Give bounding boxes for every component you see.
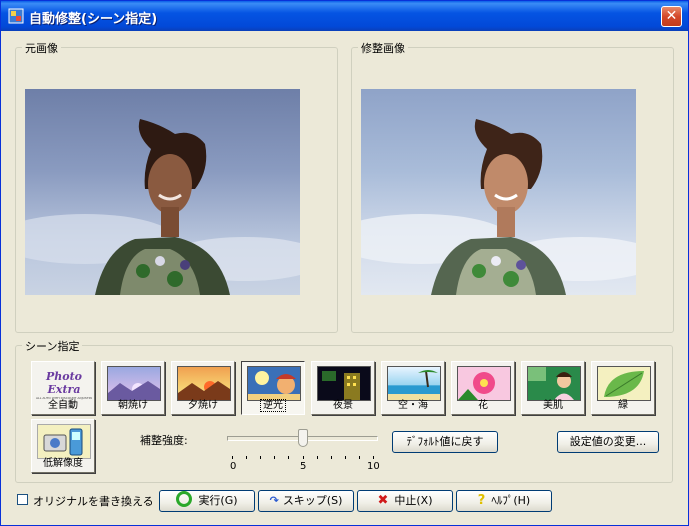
slider-tick <box>330 456 332 459</box>
scene-label: 緑 <box>618 400 628 411</box>
skip-label: スキップ(S) <box>282 494 343 507</box>
slider-tick <box>344 456 346 459</box>
cancel-label: 中止(X) <box>394 494 433 507</box>
original-image <box>25 89 300 295</box>
close-button[interactable]: ✕ <box>661 6 682 27</box>
corrected-photo-art <box>361 119 636 295</box>
change-settings-button[interactable]: 設定値の変更... <box>557 431 659 453</box>
scene-label: 全自動 <box>48 400 78 411</box>
scene-label: 逆光 <box>242 396 304 412</box>
original-photo-art <box>25 119 300 295</box>
slider-tick <box>358 456 360 459</box>
app-icon <box>8 8 24 24</box>
run-icon <box>176 491 193 507</box>
window-title: 自動修整(シーン指定) <box>29 12 158 27</box>
scene-label: 花 <box>478 400 488 411</box>
slider-tick <box>274 456 276 459</box>
overwrite-original-checkbox[interactable] <box>17 494 28 505</box>
strength-label: 補整強度: <box>140 434 188 447</box>
slider-tick <box>260 456 262 459</box>
scene-button-auto[interactable]: Photo Extra ALL AUTO WITH DISCOUNT ADJUS… <box>31 361 95 415</box>
scene-label: 夕焼け <box>188 400 218 411</box>
slider-tick <box>288 456 290 459</box>
scene-label: 低解像度 <box>43 458 83 469</box>
cancel-button[interactable]: ✖ 中止(X) <box>357 490 453 512</box>
tick-label-mid: 5 <box>300 461 307 472</box>
close-icon: ✕ <box>665 8 678 24</box>
run-button[interactable]: 実行(G) <box>159 490 255 512</box>
logo-text: Photo Extra <box>45 370 83 396</box>
help-label: ﾍﾙﾌﾟ(H) <box>491 494 531 507</box>
tick-label-min: 0 <box>230 461 237 472</box>
scene-label: 朝焼け <box>118 400 148 411</box>
cancel-x-icon: ✖ <box>377 493 389 508</box>
original-image-label: 元画像 <box>22 40 61 56</box>
title-bar[interactable]: 自動修整(シーン指定) ✕ <box>1 1 688 31</box>
dialog-window: 自動修整(シーン指定) ✕ 元画像 修整画像 シーン指定 Photo Extra… <box>0 0 689 526</box>
scene-label: 夜景 <box>333 400 353 411</box>
scene-label: 美肌 <box>543 400 563 411</box>
slider-tick <box>246 456 248 459</box>
overwrite-original-label[interactable]: オリジナルを書き換える <box>33 493 154 509</box>
slider-tick <box>316 456 318 459</box>
corrected-image <box>361 89 636 295</box>
scene-button-flower[interactable]: 花 <box>451 361 515 415</box>
skip-button[interactable]: ↷ スキップ(S) <box>258 490 354 512</box>
scene-label-text: 逆光 <box>260 399 286 412</box>
skip-arrow-icon: ↷ <box>269 494 279 507</box>
scene-label: 空・海 <box>398 400 428 411</box>
slider-tick <box>302 456 304 459</box>
scene-button-skin[interactable]: 美肌 <box>521 361 585 415</box>
scene-button-green[interactable]: 緑 <box>591 361 655 415</box>
slider-tick <box>232 456 233 459</box>
scene-button-sky-sea[interactable]: 空・海 <box>381 361 445 415</box>
help-button[interactable]: ? ﾍﾙﾌﾟ(H) <box>456 490 552 512</box>
scene-button-nightview[interactable]: 夜景 <box>311 361 375 415</box>
scene-button-sunrise[interactable]: 朝焼け <box>101 361 165 415</box>
slider-tick <box>373 456 374 459</box>
corrected-image-label: 修整画像 <box>358 40 408 56</box>
scene-button-sunset[interactable]: 夕焼け <box>171 361 235 415</box>
scene-button-lowres[interactable]: 低解像度 <box>31 419 95 473</box>
scene-group-label: シーン指定 <box>22 338 83 354</box>
strength-slider-thumb[interactable] <box>297 429 308 447</box>
run-label: 実行(G) <box>198 494 238 507</box>
reset-default-button[interactable]: ﾃﾞﾌｫﾙﾄ値に戻す <box>392 431 498 453</box>
tick-label-max: 10 <box>367 461 380 472</box>
help-question-icon: ? <box>477 493 486 508</box>
scene-button-backlight[interactable]: 逆光 <box>241 361 305 415</box>
